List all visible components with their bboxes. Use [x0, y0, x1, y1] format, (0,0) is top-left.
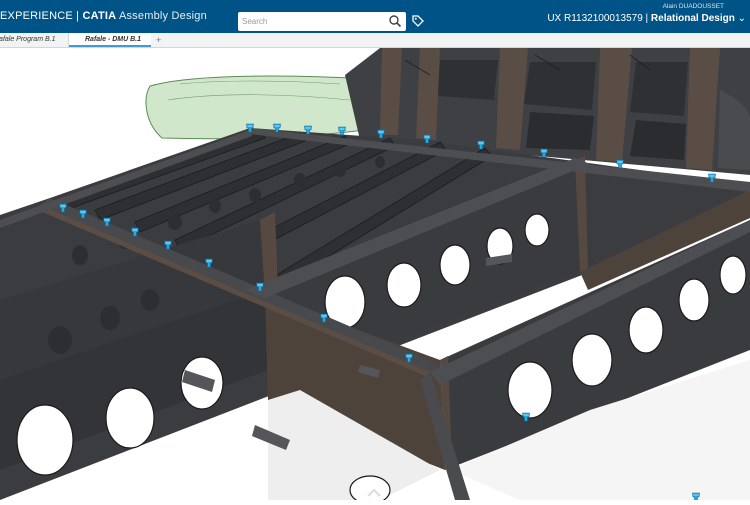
- search-icon[interactable]: [388, 14, 402, 28]
- top-bar: EXPERIENCE | CATIA Assembly Design Alain…: [0, 0, 750, 33]
- brand-app: CATIA: [82, 10, 117, 22]
- add-tab-button[interactable]: +: [156, 33, 161, 47]
- brand-module: Assembly Design: [116, 10, 207, 22]
- role-separator: |: [642, 13, 651, 24]
- user-area[interactable]: Alain DUADOUSSET UX R1132100013579 | Rel…: [547, 3, 746, 24]
- chevron-down-icon[interactable]: ⌄: [738, 13, 746, 24]
- role-label: Relational Design: [650, 13, 735, 24]
- tag-icon[interactable]: [411, 14, 425, 28]
- tab-rafale-dmu[interactable]: Rafale - DMU B.1: [69, 33, 151, 47]
- tab-bar: Rafale Program B.1 Rafale - DMU B.1 +: [0, 33, 750, 48]
- assembly-scene[interactable]: [0, 48, 750, 505]
- role-selector[interactable]: UX R1132100013579 | Relational Design ⌄: [547, 13, 746, 24]
- user-name: Alain DUADOUSSET: [662, 3, 724, 10]
- brand-separator: |: [72, 10, 83, 22]
- search-box[interactable]: [238, 12, 406, 31]
- session-id: UX R1132100013579: [547, 13, 643, 24]
- tab-rafale-program[interactable]: Rafale Program B.1: [0, 33, 69, 47]
- app-brand: EXPERIENCE | CATIA Assembly Design: [0, 10, 207, 22]
- brand-prefix: EXPERIENCE: [0, 10, 73, 22]
- search-input[interactable]: [242, 14, 387, 28]
- 3d-viewport[interactable]: [0, 48, 750, 505]
